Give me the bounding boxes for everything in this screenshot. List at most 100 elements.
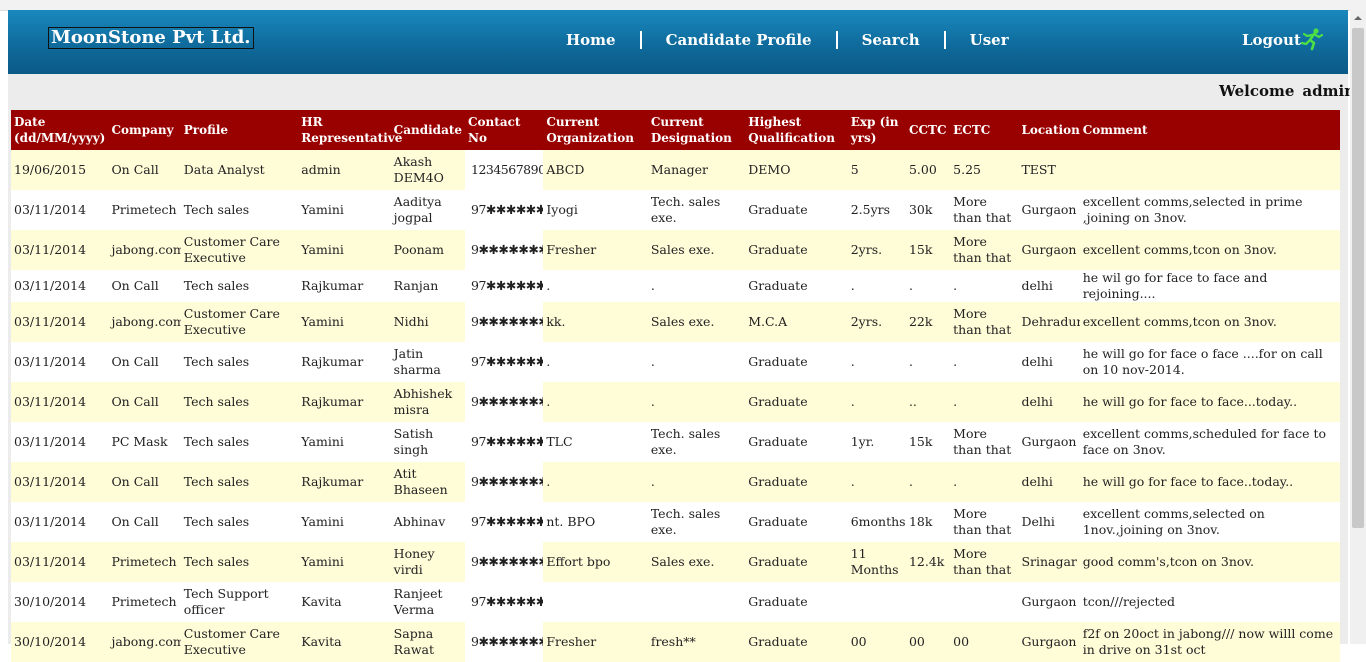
cell-location: delhi — [1018, 270, 1080, 302]
cell-ectc: . — [950, 270, 1019, 302]
cell-cctc — [905, 582, 951, 622]
table-row[interactable]: 03/11/2014 On Call Tech sales Rajkumar Atit … — [11, 462, 1340, 502]
brand-logo[interactable]: MoonStone Pvt Ltd. — [48, 27, 254, 49]
table-row[interactable]: 03/11/2014 jabong.com Customer Care Execut… — [11, 230, 1340, 270]
header-col-cctc: CCTC — [905, 110, 951, 150]
cell-comment: excellent comms,selected in prime ,joini… — [1079, 190, 1340, 230]
cell-location: Dehradun — [1018, 302, 1080, 342]
cell-exp: 2yrs. — [847, 230, 906, 270]
cell-date: 03/11/2014 — [11, 190, 109, 230]
cell-company: On Call — [108, 342, 181, 382]
header-col-contact-no: Contact No — [465, 110, 544, 150]
cell-qualification: Graduate — [745, 502, 848, 542]
cell-contact: 9✱✱✱✱✱✱✱✱9 — [465, 542, 544, 582]
cell-company: On Call — [108, 502, 181, 542]
nav-user[interactable]: User — [946, 31, 1033, 49]
cell-ectc: More than that — [950, 190, 1019, 230]
nav-home[interactable]: Home — [542, 31, 640, 49]
cell-profile: Tech Support officer — [180, 582, 299, 622]
cell-contact: 97✱✱✱✱✱✱✱9 — [465, 190, 544, 230]
cell-profile: Tech sales — [180, 422, 299, 462]
cell-organization — [543, 582, 648, 622]
welcome-text: Welcome admin — [1219, 82, 1355, 100]
cell-contact: 9✱✱✱✱✱✱✱✱9 — [465, 302, 544, 342]
cell-cctc: 00 — [905, 622, 951, 662]
cell-date: 03/11/2014 — [11, 302, 109, 342]
cell-ectc: More than that — [950, 422, 1019, 462]
cell-cctc: 22k — [905, 302, 951, 342]
cell-designation: Sales exe. — [647, 542, 746, 582]
table-row[interactable]: 03/11/2014 PC Mask Tech sales Yamini Satish … — [11, 422, 1340, 462]
cell-candidate: Abhinav — [390, 502, 465, 542]
nav-candidate-profile[interactable]: Candidate Profile — [642, 31, 836, 49]
cell-location: delhi — [1018, 462, 1080, 502]
cell-profile: Tech sales — [180, 342, 299, 382]
header-col-profile: Profile — [180, 110, 299, 150]
cell-hr: Rajkumar — [298, 462, 391, 502]
cell-candidate: Aaditya jogpal — [390, 190, 465, 230]
cell-cctc: .. — [905, 382, 951, 422]
table-row[interactable]: 03/11/2014 Primetech Tech sales Yamini Aadit… — [11, 190, 1340, 230]
cell-cctc: 5.00 — [905, 150, 951, 190]
cell-organization: Fresher — [543, 622, 648, 662]
table-row[interactable]: 03/11/2014 jabong.com Customer Care Execut… — [11, 302, 1340, 342]
cell-candidate: Akash DEM4O — [390, 150, 465, 190]
cell-designation: Sales exe. — [647, 230, 746, 270]
cell-ectc: . — [950, 382, 1019, 422]
cell-designation: Tech. sales exe. — [647, 502, 746, 542]
cell-contact: 97✱✱✱✱✱✱✱9 — [465, 270, 544, 302]
cell-profile: Tech sales — [180, 190, 299, 230]
logout-link[interactable]: Logout — [1242, 31, 1301, 49]
cell-date: 03/11/2014 — [11, 462, 109, 502]
header-col-exp: Exp (in yrs) — [847, 110, 906, 150]
cell-cctc: 30k — [905, 190, 951, 230]
cell-qualification: Graduate — [745, 190, 848, 230]
running-man-icon[interactable] — [1300, 27, 1324, 51]
cell-candidate: Ranjeet Verma — [390, 582, 465, 622]
cell-exp: 5 — [847, 150, 906, 190]
nav-search[interactable]: Search — [838, 31, 944, 49]
cell-hr: Rajkumar — [298, 270, 391, 302]
cell-comment: good comm's,tcon on 3nov. — [1079, 542, 1340, 582]
cell-location: delhi — [1018, 342, 1080, 382]
cell-ectc: More than that — [950, 502, 1019, 542]
cell-qualification: Graduate — [745, 582, 848, 622]
table-row[interactable]: 03/11/2014 On Call Tech sales Rajkumar Abhis… — [11, 382, 1340, 422]
table-row[interactable]: 03/11/2014 On Call Tech sales Rajkumar Jatin… — [11, 342, 1340, 382]
cell-location: Gurgaon — [1018, 582, 1080, 622]
cell-cctc: . — [905, 462, 951, 502]
cell-date: 03/11/2014 — [11, 230, 109, 270]
cell-contact: 97✱✱✱✱✱✱✱9 — [465, 422, 544, 462]
cell-exp: 2.5yrs — [847, 190, 906, 230]
cell-comment — [1079, 150, 1340, 190]
cell-organization: Fresher — [543, 230, 648, 270]
scroll-up-arrow-icon[interactable] — [1350, 10, 1366, 26]
cell-cctc: 12.4k — [905, 542, 951, 582]
table-row[interactable]: 19/06/2015 On Call Data Analyst admin Akash … — [11, 150, 1340, 190]
cell-ectc: . — [950, 462, 1019, 502]
scrollbar-thumb[interactable] — [1352, 28, 1364, 528]
table-row[interactable]: 30/10/2014 jabong.com Customer Care Execut… — [11, 622, 1340, 662]
cell-comment: excellent comms,tcon on 3nov. — [1079, 302, 1340, 342]
cell-date: 03/11/2014 — [11, 502, 109, 542]
cell-organization: Iyogi — [543, 190, 648, 230]
table-row[interactable]: 03/11/2014 On Call Tech sales Rajkumar Ranja… — [11, 270, 1340, 302]
cell-contact: 97✱✱✱✱✱✱✱9 — [465, 582, 544, 622]
vertical-scrollbar[interactable] — [1350, 10, 1366, 644]
cell-hr: Kavita — [298, 582, 391, 622]
cell-candidate: Ranjan — [390, 270, 465, 302]
table-row[interactable]: 30/10/2014 Primetech Tech Support officer K… — [11, 582, 1340, 622]
header-col-current-designation: Current Designation — [647, 110, 746, 150]
cell-qualification: Graduate — [745, 422, 848, 462]
cell-company: Primetech — [108, 190, 181, 230]
candidate-table: Date (dd/MM/yyyy) Company Profile HR Repres… — [11, 110, 1340, 662]
header-col-location: Location — [1018, 110, 1080, 150]
header-col-company: Company — [108, 110, 181, 150]
table-row[interactable]: 03/11/2014 Primetech Tech sales Yamini Honey… — [11, 542, 1340, 582]
cell-candidate: Honey virdi — [390, 542, 465, 582]
cell-location: Delhi — [1018, 502, 1080, 542]
cell-qualification: DEMO — [745, 150, 848, 190]
table-row[interactable]: 03/11/2014 On Call Tech sales Yamini Abhinav… — [11, 502, 1340, 542]
cell-organization: ABCD — [543, 150, 648, 190]
cell-profile: Data Analyst — [180, 150, 299, 190]
